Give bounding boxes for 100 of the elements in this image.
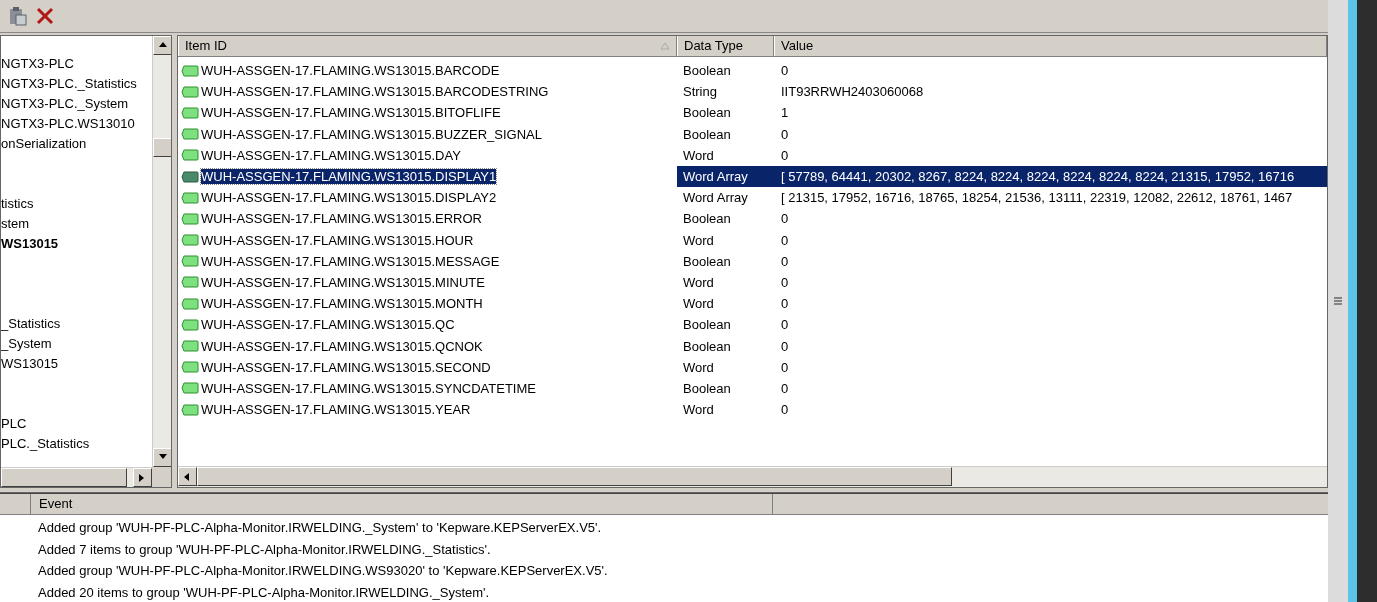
- table-row[interactable]: WUH-ASSGEN-17.FLAMING.WS13015.MONTH Word 0: [178, 293, 1327, 315]
- table-cell: WUH-ASSGEN-17.FLAMING.WS13015.SECOND: [201, 359, 491, 375]
- tag-icon: [181, 191, 199, 204]
- table-row[interactable]: WUH-ASSGEN-17.FLAMING.WS13015.BUZZER_SIGNAL Boolean 0: [178, 123, 1327, 145]
- table-cell-text: IIT93RRWH2403060068: [780, 84, 925, 100]
- splitter-handle-icon[interactable]: [1334, 296, 1342, 306]
- table-cell: WUH-ASSGEN-17.FLAMING.WS13015.DISPLAY2: [201, 190, 497, 206]
- table-cell-text: Word: [682, 296, 715, 312]
- table-row[interactable]: WUH-ASSGEN-17.FLAMING.WS13015.SECOND Word 0: [178, 356, 1327, 378]
- table-cell-text: String: [682, 84, 718, 100]
- delete-button[interactable]: [36, 7, 54, 25]
- vertical-scrollbar[interactable]: [152, 36, 171, 467]
- tag-icon: [181, 276, 199, 289]
- paste-button[interactable]: [8, 6, 28, 26]
- table-cell-text: Boolean: [682, 63, 732, 79]
- event-message: Added group 'WUH-PF-PLC-Alpha-Monitor.IRWELDING._System' to 'Kepware.KEPServerEX.V5'.: [38, 520, 602, 535]
- tree-item[interactable]: WS13015: [1, 354, 59, 374]
- table-cell: WUH-ASSGEN-17.FLAMING.WS13015.MONTH: [201, 296, 483, 312]
- tree-item[interactable]: NGTX3-PLC: [1, 54, 74, 74]
- horizontal-scrollbar[interactable]: [178, 466, 1327, 487]
- tag-icon: [181, 170, 199, 183]
- table-cell: WUH-ASSGEN-17.FLAMING.WS13015.HOUR: [201, 232, 474, 248]
- table-cell: WUH-ASSGEN-17.FLAMING.WS13015.SYNCDATETIME: [201, 380, 536, 396]
- scroll-right-button[interactable]: [133, 468, 152, 487]
- table-row[interactable]: WUH-ASSGEN-17.FLAMING.WS13015.MESSAGE Boolean 0: [178, 250, 1327, 272]
- table-cell-text: Boolean: [682, 105, 732, 121]
- tree-item[interactable]: PLC._Statistics: [1, 434, 90, 454]
- table-cell-text: Word Array: [682, 190, 749, 206]
- table-cell-text: [ 21315, 17952, 16716, 18765, 18254, 21536, 13111, 22319, 12082, 22612, 18761, 1467: [780, 190, 1294, 206]
- table-cell-text: 0: [780, 317, 790, 333]
- tree-item[interactable]: onSerialization: [1, 134, 87, 154]
- column-header[interactable]: Data Type: [677, 36, 774, 56]
- tree-item[interactable]: tistics: [1, 194, 34, 214]
- scroll-down-button[interactable]: [153, 448, 171, 467]
- scroll-thumb[interactable]: [153, 138, 171, 157]
- table-cell-text: Boolean: [682, 211, 732, 227]
- column-header[interactable]: Value: [774, 36, 1327, 56]
- tag-icon: [181, 297, 199, 310]
- table-row[interactable]: WUH-ASSGEN-17.FLAMING.WS13015.QC Boolean 0: [178, 314, 1327, 336]
- table-row[interactable]: WUH-ASSGEN-17.FLAMING.WS13015.SYNCDATETIME Boolean 0: [178, 377, 1327, 399]
- tag-icon: [181, 361, 199, 374]
- table-cell-text: Boolean: [682, 338, 732, 354]
- table-row[interactable]: WUH-ASSGEN-17.FLAMING.WS13015.ERROR Boolean 0: [178, 208, 1327, 230]
- table-cell-text: Word: [682, 147, 715, 163]
- scroll-up-button[interactable]: [153, 36, 171, 55]
- table-cell: WUH-ASSGEN-17.FLAMING.WS13015.ERROR: [201, 211, 482, 227]
- table-row[interactable]: WUH-ASSGEN-17.FLAMING.WS13015.QCNOK Boolean 0: [178, 335, 1327, 357]
- tag-icon: [181, 149, 199, 162]
- table-row[interactable]: WUH-ASSGEN-17.FLAMING.WS13015.DAY Word 0: [178, 144, 1327, 166]
- event-message: Added 20 items to group 'WUH-PF-PLC-Alpha-Monitor.IRWELDING._System'.: [38, 584, 490, 600]
- table-row[interactable]: WUH-ASSGEN-17.FLAMING.WS13015.YEAR Word 0: [178, 399, 1327, 421]
- horizontal-scrollbar[interactable]: [1, 467, 152, 487]
- table-row[interactable]: WUH-ASSGEN-17.FLAMING.WS13015.DISPLAY2 Word Array [ 21315, 17952, 16716, 18765, 18254, 21536, 13111, 22319, 12082, 22612, 18761, 1467: [178, 187, 1327, 209]
- table-cell-text: Word: [682, 402, 715, 418]
- tag-icon: [181, 340, 199, 353]
- tag-icon: [181, 64, 199, 77]
- table-row[interactable]: WUH-ASSGEN-17.FLAMING.WS13015.HOUR Word 0: [178, 229, 1327, 251]
- table-row[interactable]: WUH-ASSGEN-17.FLAMING.WS13015.MINUTE Word 0: [178, 271, 1327, 294]
- tree-item[interactable]: WS13015: [1, 234, 59, 254]
- table-cell-text: 0: [780, 359, 790, 375]
- column-header[interactable]: Item ID: [178, 36, 677, 56]
- table-cell-text: Boolean: [682, 253, 732, 269]
- table-cell-text: 0: [780, 147, 790, 163]
- tag-icon: [181, 403, 199, 416]
- tree-item[interactable]: NGTX3-PLC._Statistics: [1, 74, 137, 94]
- table-cell-text: 0: [780, 232, 790, 248]
- event-message: Added group 'WUH-PF-PLC-Alpha-Monitor.IRWELDING.WS93020' to 'Kepware.KEPServerEX.V5'.: [38, 563, 608, 578]
- tree-item[interactable]: NGTX3-PLC.WS13010: [1, 114, 135, 134]
- table-row[interactable]: WUH-ASSGEN-17.FLAMING.WS13015.BITOFLIFE Boolean 1: [178, 102, 1327, 124]
- table-cell: WUH-ASSGEN-17.FLAMING.WS13015.MINUTE: [201, 274, 485, 290]
- table-cell-text: Word: [682, 274, 715, 290]
- table-cell-text: 1: [780, 105, 790, 121]
- table-cell: WUH-ASSGEN-17.FLAMING.WS13015.YEAR: [201, 402, 471, 418]
- scroll-left-button[interactable]: [178, 467, 197, 486]
- table-cell-text: 0: [780, 296, 790, 312]
- table-cell-text: 0: [780, 402, 790, 418]
- tree-item[interactable]: NGTX3-PLC._System: [1, 94, 129, 114]
- scrollbar-corner: [152, 467, 171, 487]
- table-cell-text: 0: [780, 253, 790, 269]
- table-cell-text: Boolean: [682, 317, 732, 333]
- table-cell-text: Boolean: [682, 126, 732, 142]
- table-cell: [ 57789, 64441, 20302, 8267, 8224, 8224, 8224, 8224, 8224, 8224, 21315, 17952, 16716: [774, 165, 1327, 188]
- table-cell-text: Word: [682, 359, 715, 375]
- table-cell-text: 0: [780, 211, 790, 227]
- table-row[interactable]: WUH-ASSGEN-17.FLAMING.WS13015.BARCODESTRING String IIT93RRWH2403060068: [178, 81, 1327, 103]
- table-cell: Word Array: [677, 165, 774, 188]
- tag-icon: [181, 318, 199, 331]
- tree-item[interactable]: PLC: [1, 414, 27, 434]
- table-row[interactable]: WUH-ASSGEN-17.FLAMING.WS13015.DISPLAY1 Word Array [ 57789, 64441, 20302, 8267, 8224, 8224, 8224, 8224, 8224, 8224, 21315, 17952, 16716: [178, 165, 1327, 188]
- table-cell-text: 0: [780, 338, 790, 354]
- table-cell: WUH-ASSGEN-17.FLAMING.WS13015.QCNOK: [201, 338, 483, 354]
- tree-item[interactable]: _Statistics: [1, 314, 61, 334]
- scroll-thumb[interactable]: [1, 468, 127, 487]
- tag-icon: [181, 106, 199, 119]
- table-cell-text: 0: [780, 63, 790, 79]
- table-row[interactable]: WUH-ASSGEN-17.FLAMING.WS13015.BARCODE Boolean 0: [178, 60, 1327, 82]
- tree-item[interactable]: _System: [1, 334, 52, 354]
- table-cell-text: 0: [780, 274, 790, 290]
- tree-item[interactable]: stem: [1, 214, 30, 234]
- scroll-thumb[interactable]: [197, 467, 952, 486]
